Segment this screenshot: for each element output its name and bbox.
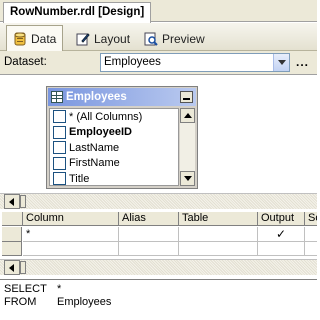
column-item-firstname[interactable]: FirstName	[50, 156, 178, 172]
table-grid-icon	[51, 91, 63, 103]
grid-cell-column[interactable]: *	[23, 227, 119, 242]
sql-keyword: SELECT	[4, 283, 47, 295]
grid-cell-table[interactable]	[179, 242, 258, 256]
grid-cell-sort[interactable]	[305, 227, 317, 242]
dataset-label: Dataset:	[4, 56, 47, 68]
column-item-lastname[interactable]: LastName	[50, 140, 178, 156]
dataset-more-button[interactable]: ...	[296, 55, 309, 69]
tab-preview[interactable]: Preview	[138, 26, 211, 51]
scroll-thumb[interactable]	[20, 195, 26, 208]
sql-line: SELECT *	[4, 283, 61, 296]
grid-cell-alias[interactable]	[119, 242, 179, 256]
grid-cell-output[interactable]	[258, 242, 305, 256]
column-checkbox[interactable]	[53, 125, 66, 139]
column-checkbox[interactable]	[53, 110, 66, 124]
column-name: EmployeeID	[69, 126, 132, 139]
grid-hscrollbar[interactable]	[0, 259, 317, 275]
column-list: * (All Columns) EmployeeID LastName Firs…	[49, 108, 179, 186]
column-name: LastName	[69, 141, 120, 154]
grid-row-header[interactable]	[2, 242, 22, 256]
scroll-left-icon[interactable]	[4, 260, 20, 275]
output-checkmark-icon[interactable]: ✓	[276, 227, 286, 241]
column-checkbox[interactable]	[53, 156, 66, 170]
column-item-title[interactable]: Title	[50, 171, 178, 185]
chevron-down-icon[interactable]	[273, 54, 289, 71]
tab-layout[interactable]: Layout	[70, 26, 136, 51]
table-widget-title[interactable]: Employees	[48, 88, 196, 106]
tab-data[interactable]: Data	[6, 25, 64, 52]
table-widget-employees[interactable]: Employees * (All Columns) EmployeeID Las…	[46, 86, 198, 189]
document-tab[interactable]: RowNumber.rdl [Design]	[3, 2, 152, 23]
column-name: * (All Columns)	[69, 110, 143, 123]
tab-data-label: Data	[31, 32, 57, 46]
table-widget-title-text: Employees	[66, 91, 127, 103]
grid-header-output[interactable]: Output	[258, 212, 305, 226]
diagram-hscrollbar[interactable]	[0, 193, 317, 209]
column-item-all[interactable]: * (All Columns)	[50, 109, 178, 125]
grid-cell-column[interactable]	[23, 242, 119, 256]
sql-pane[interactable]: SELECT * FROM Employees	[0, 279, 317, 320]
criteria-grid: Column Alias Table Output So * ✓	[0, 212, 317, 256]
scroll-down-icon[interactable]	[180, 171, 195, 186]
scroll-up-icon[interactable]	[180, 108, 195, 123]
sql-text: Employees	[57, 296, 112, 308]
grid-cell-output[interactable]: ✓	[258, 227, 305, 242]
grid-header-alias[interactable]: Alias	[119, 212, 179, 226]
diagram-pane: Employees * (All Columns) EmployeeID Las…	[0, 76, 317, 193]
sql-line: FROM Employees	[4, 296, 111, 309]
dataset-dropdown[interactable]: Employees	[100, 53, 290, 72]
layout-icon	[76, 32, 90, 46]
column-list-scrollbar[interactable]	[180, 108, 195, 186]
scroll-thumb[interactable]	[20, 261, 26, 274]
grid-header-sort[interactable]: So	[305, 212, 317, 226]
grid-cell-sort[interactable]	[305, 242, 317, 256]
minimize-icon[interactable]	[180, 91, 193, 103]
column-checkbox[interactable]	[53, 172, 66, 185]
grid-corner	[2, 212, 23, 226]
data-icon	[13, 32, 27, 46]
column-name: Title	[69, 172, 90, 185]
tab-layout-label: Layout	[94, 31, 131, 46]
grid-header-table[interactable]: Table	[179, 212, 258, 226]
column-name: FirstName	[69, 157, 120, 170]
document-tab-strip: RowNumber.rdl [Design]	[0, 0, 317, 23]
grid-cell-alias[interactable]	[119, 227, 179, 242]
dataset-dropdown-value: Employees	[104, 56, 161, 68]
scroll-left-icon[interactable]	[4, 194, 20, 209]
column-checkbox[interactable]	[53, 141, 66, 155]
grid-header-column[interactable]: Column	[23, 212, 119, 226]
grid-row-header[interactable]	[2, 227, 22, 242]
designer-view-tabs: Data Layout Preview	[0, 23, 317, 52]
sql-text: *	[57, 283, 62, 295]
preview-icon	[144, 32, 158, 46]
column-item-employeeid[interactable]: EmployeeID	[50, 125, 178, 141]
grid-cell-table[interactable]	[179, 227, 258, 242]
tab-preview-label: Preview	[162, 31, 205, 46]
dataset-toolbar: Dataset: Employees ...	[0, 51, 317, 75]
sql-keyword: FROM	[4, 296, 37, 308]
